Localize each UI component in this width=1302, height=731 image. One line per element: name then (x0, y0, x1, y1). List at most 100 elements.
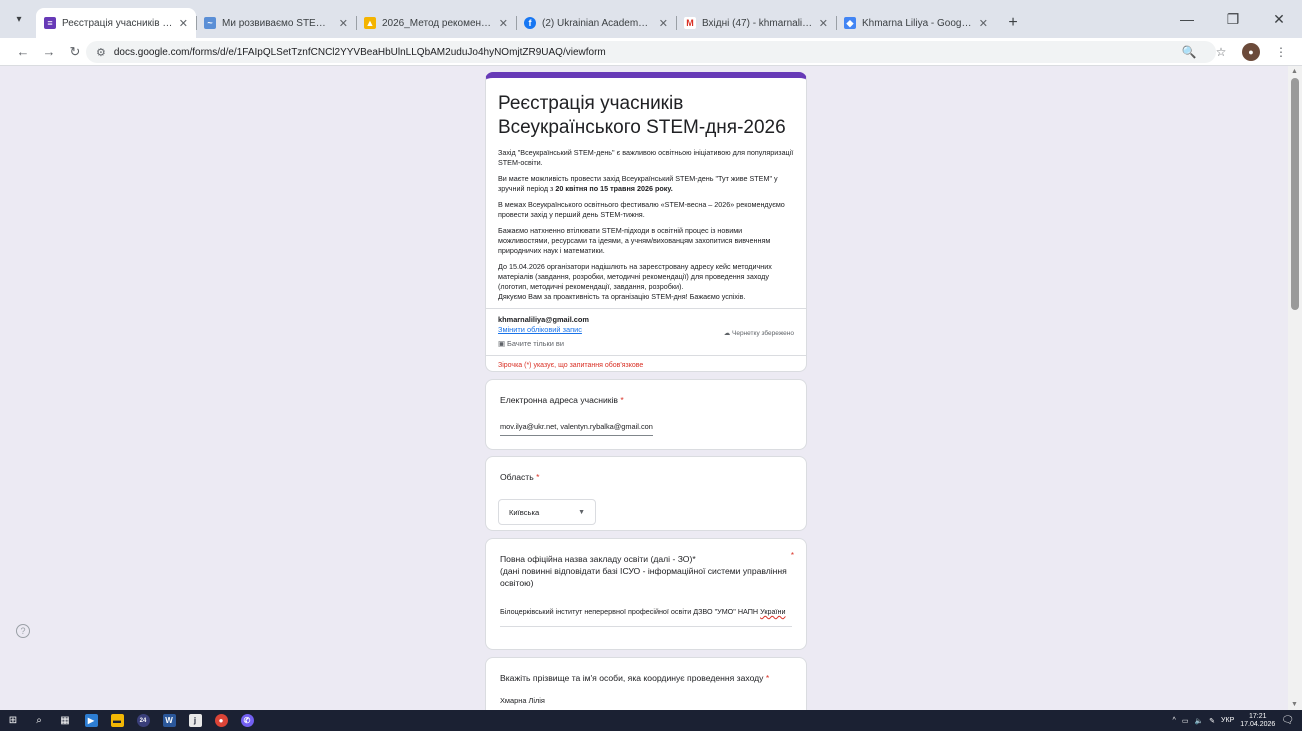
page-scrollbar[interactable]: ▲ ▼ (1288, 66, 1302, 710)
close-icon[interactable]: ✕ (659, 17, 668, 30)
network-icon[interactable]: ▭ (1182, 717, 1189, 725)
question-card-region: Область * Київська ▼ (485, 456, 807, 531)
tab-title: Реєстрація учасників Всеукраї (62, 17, 173, 29)
media-app-icon[interactable]: ▶ (78, 710, 104, 731)
close-window-icon[interactable]: ✕ (1256, 0, 1302, 38)
scrollbar-thumb[interactable] (1291, 78, 1299, 310)
facebook-icon: f (524, 17, 536, 29)
tab-scholar[interactable]: ◆ Khmarna Liliya - Google Акаде ✕ (836, 8, 996, 38)
task-view-icon[interactable]: ▦ (52, 710, 78, 731)
system-tray: ^ ▭ 🔈 ✎ УКР 17:21 17.04.2026 🗨 (1173, 710, 1302, 731)
windows-start-icon[interactable]: ⊞ (0, 710, 26, 731)
chrome-icon[interactable]: ● (208, 710, 234, 731)
search-icon[interactable]: ⌕ (26, 710, 52, 731)
clock[interactable]: 17:21 17.04.2026 (1240, 713, 1275, 729)
region-dropdown[interactable]: Київська ▼ (498, 499, 596, 525)
region-selected-value: Київська (509, 507, 540, 517)
form-title: Реєстрація учасників Всеукраїнського STE… (498, 93, 786, 138)
viber-icon[interactable]: ✆ (234, 710, 260, 731)
question-title-line: Повна офіційна назва закладу освіти (дал… (500, 554, 696, 564)
coordinator-answer-input[interactable]: Хмарна Лілія (500, 696, 545, 709)
site-info-icon[interactable]: ⚙ (96, 46, 106, 59)
visibility-icon: ▣ (498, 339, 508, 348)
description-paragraph: В межах Всеукраїнського освітнього фести… (498, 200, 785, 219)
help-icon[interactable]: ? (16, 624, 30, 638)
tab-drive-doc[interactable]: ▲ 2026_Метод рекомендації_STE ✕ (356, 8, 516, 38)
chevron-down-icon: ▼ (578, 508, 585, 516)
description-paragraph: Бажаємо натхненно втілювати STEM-підходи… (498, 226, 771, 255)
bookmark-star-icon[interactable]: ☆ (1210, 41, 1232, 63)
divider (486, 308, 806, 309)
scroll-up-icon[interactable]: ▲ (1291, 68, 1298, 75)
app-badge-icon[interactable]: 24 (130, 710, 156, 731)
zoom-icon[interactable]: 🔍 (1178, 41, 1200, 63)
page-viewport: Реєстрація учасників Всеукраїнського STE… (0, 66, 1302, 710)
taskbar: ⊞ ⌕ ▦ ▶ ▬ 24 W j ● ✆ ^ ▭ 🔈 ✎ УКР 17:21 1… (0, 710, 1302, 731)
tab-title: Ми розвиваємо STEM – Інститу (222, 17, 333, 29)
tab-title: 2026_Метод рекомендації_STE (382, 17, 493, 29)
description-paragraph: Ви маєте можливість провести захід Всеук… (498, 174, 794, 194)
question-card-coordinator: Вкажіть прізвище та ім'я особи, яка коор… (485, 657, 807, 710)
notifications-icon[interactable]: 🗨 (1281, 715, 1294, 726)
answer-text-spellcheck: України (760, 607, 786, 616)
word-icon[interactable]: W (156, 710, 182, 731)
only-you-note: ▣ Бачите тільки ви (498, 339, 794, 349)
pen-icon[interactable]: ✎ (1209, 717, 1215, 725)
description-paragraph: До 15.04.2026 організатори надішлють на … (498, 262, 772, 291)
required-star: * (790, 551, 794, 560)
close-icon[interactable]: ✕ (979, 17, 988, 30)
draft-status: ☁ Чернетку збережено (724, 329, 794, 339)
volume-icon[interactable]: 🔈 (1194, 717, 1203, 725)
back-icon[interactable]: ← (12, 41, 34, 63)
menu-dots-icon[interactable]: ⋮ (1270, 41, 1292, 63)
app-badge-count: 24 (136, 714, 150, 727)
forward-icon[interactable]: → (38, 41, 60, 63)
tab-stem-institute[interactable]: ~ Ми розвиваємо STEM – Інститу ✕ (196, 8, 356, 38)
reload-icon[interactable]: ↻ (64, 41, 86, 63)
close-icon[interactable]: ✕ (179, 17, 188, 30)
tab-title: Вхідні (47) - khmarnaliliya@gm (702, 17, 813, 29)
question-card-institution: Повна офіційна назва закладу освіти (дал… (485, 538, 807, 650)
close-icon[interactable]: ✕ (819, 17, 828, 30)
new-tab-button[interactable]: + (1002, 12, 1024, 34)
address-bar[interactable]: ⚙ docs.google.com/forms/d/e/1FAIpQLSetTz… (86, 41, 1216, 63)
tab-strip: ▾ ≡ Реєстрація учасників Всеукраї ✕ ~ Ми… (0, 0, 1302, 38)
description-bold: 20 квітня по 15 травня 2026 року. (555, 184, 673, 193)
question-title-text: Вкажіть прізвище та ім'я особи, яка коор… (500, 673, 764, 683)
tab-facebook[interactable]: f (2) Ukrainian Academy STEM | F ✕ (516, 8, 676, 38)
scholar-icon: ◆ (844, 17, 856, 29)
clock-time: 17:21 (1249, 712, 1267, 720)
profile-avatar[interactable]: ● (1242, 43, 1260, 61)
form-description: Захід "Всеукраїнський STEM-день" є важли… (486, 140, 806, 302)
notes-app-icon[interactable]: j (182, 710, 208, 731)
tab-form[interactable]: ≡ Реєстрація учасників Всеукраї ✕ (36, 8, 196, 38)
language-indicator[interactable]: УКР (1221, 717, 1234, 724)
close-icon[interactable]: ✕ (499, 17, 508, 30)
file-explorer-icon[interactable]: ▬ (104, 710, 130, 731)
only-you-label: Бачите тільки ви (507, 339, 564, 348)
question-title-text: Область (500, 472, 534, 482)
close-icon[interactable]: ✕ (339, 17, 348, 30)
clock-date: 17.04.2026 (1240, 720, 1276, 728)
institution-answer-input[interactable]: Білоцерківський інститут неперервної про… (500, 607, 792, 627)
scroll-down-icon[interactable]: ▼ (1291, 701, 1298, 708)
tab-search-button[interactable]: ▾ (8, 8, 30, 30)
forms-icon: ≡ (44, 17, 56, 29)
description-paragraph: Захід "Всеукраїнський STEM-день" є важли… (498, 148, 794, 167)
form-header-card: Реєстрація учасників Всеукраїнського STE… (485, 72, 807, 372)
question-title: Вкажіть прізвище та ім'я особи, яка коор… (486, 658, 806, 684)
minimize-icon[interactable]: — (1164, 0, 1210, 38)
email-answer-input[interactable]: mov.ilya@ukr.net, valentyn.rybalka@gmail… (500, 422, 653, 436)
question-title: Повна офіційна назва закладу освіти (дал… (486, 539, 806, 589)
question-title-text: Електронна адреса учасників (500, 395, 618, 405)
gmail-icon: M (684, 17, 696, 29)
required-star: * (620, 395, 624, 405)
question-title: Область * (486, 457, 806, 483)
required-note: Зірочка (*) указує, що запитання обов'яз… (498, 362, 644, 369)
tab-title: Khmarna Liliya - Google Акаде (862, 17, 973, 29)
tab-gmail[interactable]: M Вхідні (47) - khmarnaliliya@gm ✕ (676, 8, 836, 38)
tray-chevron-icon[interactable]: ^ (1173, 717, 1176, 724)
description-paragraph: Дякуємо Вам за проактивність та організа… (498, 292, 746, 301)
tab-title: (2) Ukrainian Academy STEM | F (542, 17, 653, 29)
restore-icon[interactable]: ❐ (1210, 0, 1256, 38)
